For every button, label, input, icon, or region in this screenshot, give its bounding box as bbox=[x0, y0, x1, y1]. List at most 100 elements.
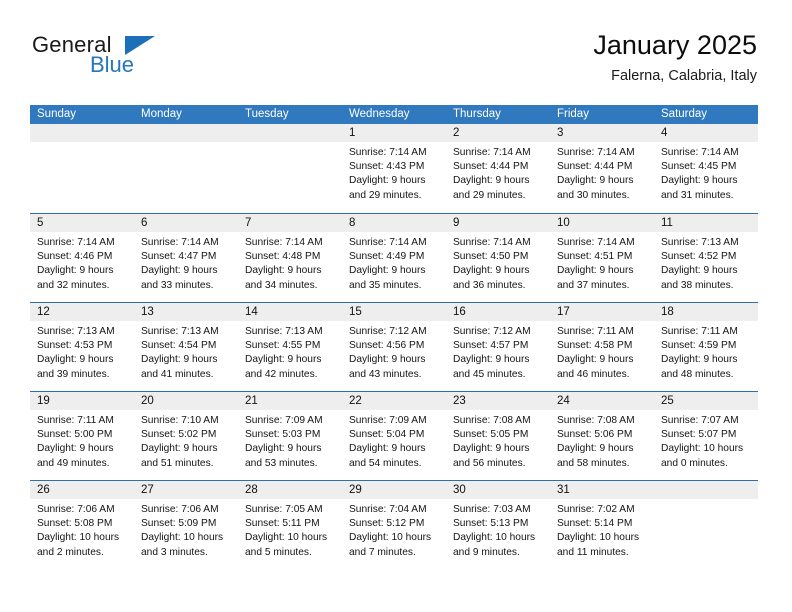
day-detail-line: Sunset: 4:54 PM bbox=[141, 340, 217, 352]
calendar-day-cell[interactable]: 15 Sunrise: 7:12 AM Sunset: 4:56 PM Dayligh… bbox=[342, 303, 446, 391]
day-details: Sunrise: 7:14 AM Sunset: 4:48 PM Daylight:… bbox=[238, 232, 342, 293]
weekday-wednesday: Wednesday bbox=[349, 108, 410, 120]
day-detail-line: Daylight: 9 hours bbox=[141, 354, 218, 366]
day-detail-line: and 7 minutes. bbox=[349, 546, 416, 558]
weekday-header-row: Sunday Monday Tuesday Wednesday Thursday… bbox=[30, 105, 758, 124]
calendar-day-cell[interactable]: 19 Sunrise: 7:11 AM Sunset: 5:00 PM Dayligh… bbox=[30, 392, 134, 480]
day-number: 3 bbox=[550, 124, 654, 142]
day-number: 30 bbox=[446, 481, 550, 499]
calendar-day-cell[interactable]: 6 Sunrise: 7:14 AM Sunset: 4:47 PM Daylight… bbox=[134, 214, 238, 302]
day-details bbox=[30, 142, 134, 146]
day-detail-line: and 29 minutes. bbox=[349, 189, 422, 201]
calendar-day-cell[interactable]: 27 Sunrise: 7:06 AM Sunset: 5:09 PM Dayligh… bbox=[134, 481, 238, 569]
calendar-day-cell[interactable]: 13 Sunrise: 7:13 AM Sunset: 4:54 PM Dayligh… bbox=[134, 303, 238, 391]
day-detail-line: and 43 minutes. bbox=[349, 368, 422, 380]
day-details: Sunrise: 7:13 AM Sunset: 4:55 PM Daylight:… bbox=[238, 321, 342, 382]
day-details bbox=[238, 142, 342, 146]
day-details: Sunrise: 7:11 AM Sunset: 4:58 PM Daylight:… bbox=[550, 321, 654, 382]
day-detail-line: Daylight: 9 hours bbox=[37, 443, 114, 455]
day-detail-line: Sunrise: 7:09 AM bbox=[245, 415, 323, 426]
day-number: 28 bbox=[238, 481, 342, 499]
day-number: 24 bbox=[550, 392, 654, 410]
day-detail-line: Sunset: 4:53 PM bbox=[37, 340, 113, 352]
day-detail-line: Daylight: 9 hours bbox=[245, 265, 322, 277]
page-subtitle: Falerna, Calabria, Italy bbox=[611, 68, 757, 84]
calendar-day-cell[interactable]: 30 Sunrise: 7:03 AM Sunset: 5:13 PM Dayligh… bbox=[446, 481, 550, 569]
day-detail-line: Daylight: 9 hours bbox=[349, 175, 426, 187]
day-details: Sunrise: 7:10 AM Sunset: 5:02 PM Daylight:… bbox=[134, 410, 238, 471]
day-detail-line: and 38 minutes. bbox=[661, 279, 734, 291]
calendar-day-cell[interactable]: 5 Sunrise: 7:14 AM Sunset: 4:46 PM Daylight… bbox=[30, 214, 134, 302]
day-detail-line: Daylight: 9 hours bbox=[349, 443, 426, 455]
day-number: 19 bbox=[30, 392, 134, 410]
day-detail-line: Daylight: 9 hours bbox=[557, 175, 634, 187]
day-detail-line: Daylight: 10 hours bbox=[453, 532, 536, 544]
day-details: Sunrise: 7:05 AM Sunset: 5:11 PM Daylight:… bbox=[238, 499, 342, 560]
day-detail-line: Sunset: 4:57 PM bbox=[453, 340, 529, 352]
day-detail-line: Sunrise: 7:09 AM bbox=[349, 415, 427, 426]
day-detail-line: Sunrise: 7:13 AM bbox=[661, 237, 739, 248]
calendar-day-cell[interactable]: 9 Sunrise: 7:14 AM Sunset: 4:50 PM Daylight… bbox=[446, 214, 550, 302]
day-details: Sunrise: 7:02 AM Sunset: 5:14 PM Daylight:… bbox=[550, 499, 654, 560]
day-detail-line: Sunset: 5:13 PM bbox=[453, 518, 529, 530]
day-detail-line: Sunrise: 7:08 AM bbox=[557, 415, 635, 426]
day-number: 8 bbox=[342, 214, 446, 232]
calendar-day-cell[interactable]: 8 Sunrise: 7:14 AM Sunset: 4:49 PM Daylight… bbox=[342, 214, 446, 302]
day-detail-line: Daylight: 9 hours bbox=[557, 265, 634, 277]
day-detail-line: and 51 minutes. bbox=[141, 457, 214, 469]
calendar-week-row: 26 Sunrise: 7:06 AM Sunset: 5:08 PM Dayligh… bbox=[30, 480, 758, 569]
calendar-day-cell[interactable]: 1 Sunrise: 7:14 AM Sunset: 4:43 PM Daylight… bbox=[342, 124, 446, 213]
calendar-day-cell[interactable]: 3 Sunrise: 7:14 AM Sunset: 4:44 PM Daylight… bbox=[550, 124, 654, 213]
day-details: Sunrise: 7:09 AM Sunset: 5:03 PM Daylight:… bbox=[238, 410, 342, 471]
day-number bbox=[134, 124, 238, 142]
day-details: Sunrise: 7:08 AM Sunset: 5:06 PM Daylight:… bbox=[550, 410, 654, 471]
calendar-day-cell[interactable]: 11 Sunrise: 7:13 AM Sunset: 4:52 PM Dayligh… bbox=[654, 214, 758, 302]
calendar-day-cell[interactable]: 12 Sunrise: 7:13 AM Sunset: 4:53 PM Dayligh… bbox=[30, 303, 134, 391]
day-detail-line: and 29 minutes. bbox=[453, 189, 526, 201]
calendar-day-cell[interactable]: 26 Sunrise: 7:06 AM Sunset: 5:08 PM Dayligh… bbox=[30, 481, 134, 569]
day-detail-line: Sunrise: 7:14 AM bbox=[453, 237, 531, 248]
day-number bbox=[238, 124, 342, 142]
calendar-day-cell[interactable]: 17 Sunrise: 7:11 AM Sunset: 4:58 PM Dayligh… bbox=[550, 303, 654, 391]
day-detail-line: and 36 minutes. bbox=[453, 279, 526, 291]
calendar-day-cell[interactable]: 4 Sunrise: 7:14 AM Sunset: 4:45 PM Daylight… bbox=[654, 124, 758, 213]
calendar-day-cell[interactable]: 25 Sunrise: 7:07 AM Sunset: 5:07 PM Dayligh… bbox=[654, 392, 758, 480]
day-number: 2 bbox=[446, 124, 550, 142]
day-detail-line: Daylight: 9 hours bbox=[245, 354, 322, 366]
day-detail-line: Sunrise: 7:14 AM bbox=[37, 237, 115, 248]
day-detail-line: and 49 minutes. bbox=[37, 457, 110, 469]
day-detail-line: and 41 minutes. bbox=[141, 368, 214, 380]
calendar-day-cell[interactable]: 7 Sunrise: 7:14 AM Sunset: 4:48 PM Daylight… bbox=[238, 214, 342, 302]
weekday-monday: Monday bbox=[141, 108, 182, 120]
day-detail-line: Daylight: 9 hours bbox=[245, 443, 322, 455]
day-details: Sunrise: 7:06 AM Sunset: 5:08 PM Daylight:… bbox=[30, 499, 134, 560]
calendar-day-cell[interactable]: 28 Sunrise: 7:05 AM Sunset: 5:11 PM Dayligh… bbox=[238, 481, 342, 569]
day-details: Sunrise: 7:04 AM Sunset: 5:12 PM Daylight:… bbox=[342, 499, 446, 560]
calendar-day-cell[interactable]: 2 Sunrise: 7:14 AM Sunset: 4:44 PM Daylight… bbox=[446, 124, 550, 213]
weekday-sunday: Sunday bbox=[37, 108, 77, 120]
calendar-week-row: 19 Sunrise: 7:11 AM Sunset: 5:00 PM Dayligh… bbox=[30, 391, 758, 480]
calendar-day-cell-empty bbox=[134, 124, 238, 213]
calendar-day-cell[interactable]: 23 Sunrise: 7:08 AM Sunset: 5:05 PM Dayligh… bbox=[446, 392, 550, 480]
calendar-day-cell[interactable]: 29 Sunrise: 7:04 AM Sunset: 5:12 PM Dayligh… bbox=[342, 481, 446, 569]
day-detail-line: and 9 minutes. bbox=[453, 546, 520, 558]
calendar-day-cell[interactable]: 22 Sunrise: 7:09 AM Sunset: 5:04 PM Dayligh… bbox=[342, 392, 446, 480]
weekday-thursday: Thursday bbox=[453, 108, 501, 120]
day-detail-line: and 33 minutes. bbox=[141, 279, 214, 291]
day-detail-line: Sunrise: 7:14 AM bbox=[557, 237, 635, 248]
day-detail-line: Sunrise: 7:11 AM bbox=[557, 326, 634, 337]
calendar-day-cell[interactable]: 16 Sunrise: 7:12 AM Sunset: 4:57 PM Dayligh… bbox=[446, 303, 550, 391]
day-detail-line: and 11 minutes. bbox=[557, 546, 629, 558]
calendar-day-cell[interactable]: 31 Sunrise: 7:02 AM Sunset: 5:14 PM Dayligh… bbox=[550, 481, 654, 569]
calendar-day-cell[interactable]: 14 Sunrise: 7:13 AM Sunset: 4:55 PM Dayligh… bbox=[238, 303, 342, 391]
day-detail-line: and 2 minutes. bbox=[37, 546, 104, 558]
calendar-day-cell[interactable]: 24 Sunrise: 7:08 AM Sunset: 5:06 PM Dayligh… bbox=[550, 392, 654, 480]
calendar-day-cell[interactable]: 10 Sunrise: 7:14 AM Sunset: 4:51 PM Dayligh… bbox=[550, 214, 654, 302]
calendar-day-cell[interactable]: 20 Sunrise: 7:10 AM Sunset: 5:02 PM Dayligh… bbox=[134, 392, 238, 480]
calendar-day-cell[interactable]: 18 Sunrise: 7:11 AM Sunset: 4:59 PM Dayligh… bbox=[654, 303, 758, 391]
day-detail-line: Daylight: 9 hours bbox=[557, 443, 634, 455]
page-title: January 2025 bbox=[593, 30, 757, 60]
calendar-day-cell[interactable]: 21 Sunrise: 7:09 AM Sunset: 5:03 PM Dayligh… bbox=[238, 392, 342, 480]
brand-logo[interactable]: General Blue bbox=[30, 30, 250, 90]
day-detail-line: Daylight: 9 hours bbox=[349, 354, 426, 366]
